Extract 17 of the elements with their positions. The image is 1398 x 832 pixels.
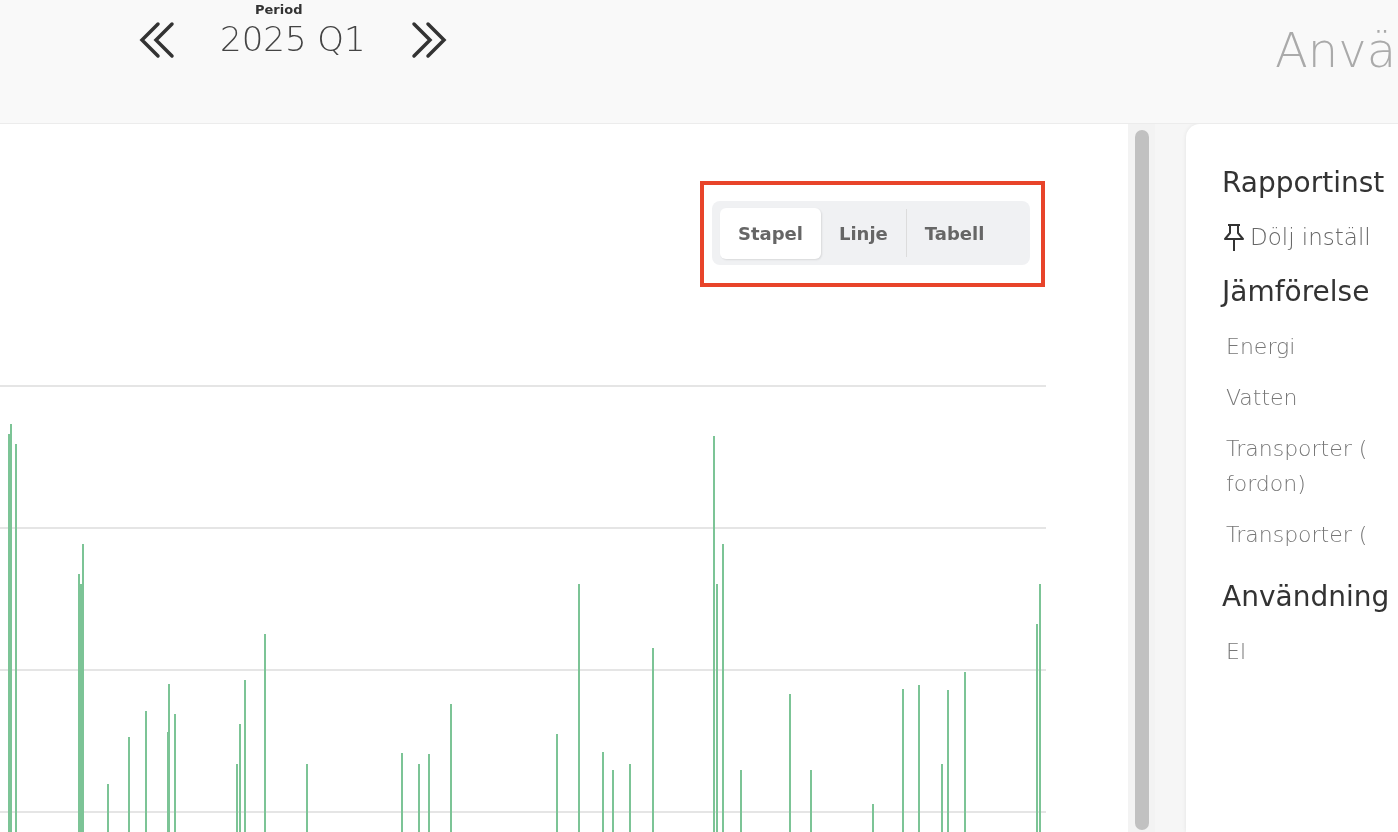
section-title: Användning	[1222, 579, 1391, 616]
view-tab[interactable]: Stapel	[720, 207, 821, 259]
panel-title: Rapportinst	[1222, 165, 1386, 201]
option-label: Energi	[1226, 332, 1297, 361]
scrollbar-thumb[interactable]	[1134, 130, 1149, 830]
period-label: Period	[255, 1, 303, 19]
option-label: Vatten	[1226, 383, 1299, 412]
hide-settings-link[interactable]: Dölj inställ	[1250, 220, 1371, 255]
page-title: Anvä	[1275, 21, 1397, 80]
option-label: El	[1226, 638, 1247, 667]
pin-icon	[1222, 222, 1246, 253]
view-tab[interactable]: Tabell	[906, 207, 1003, 259]
option-label: Transporter ( fordon)	[1226, 434, 1369, 499]
view-tab[interactable]: Linje	[821, 207, 906, 259]
section-title: Jämförelse	[1222, 273, 1371, 310]
period-value: 2025 Q1	[220, 18, 366, 61]
option-label: Transporter (	[1226, 521, 1369, 550]
